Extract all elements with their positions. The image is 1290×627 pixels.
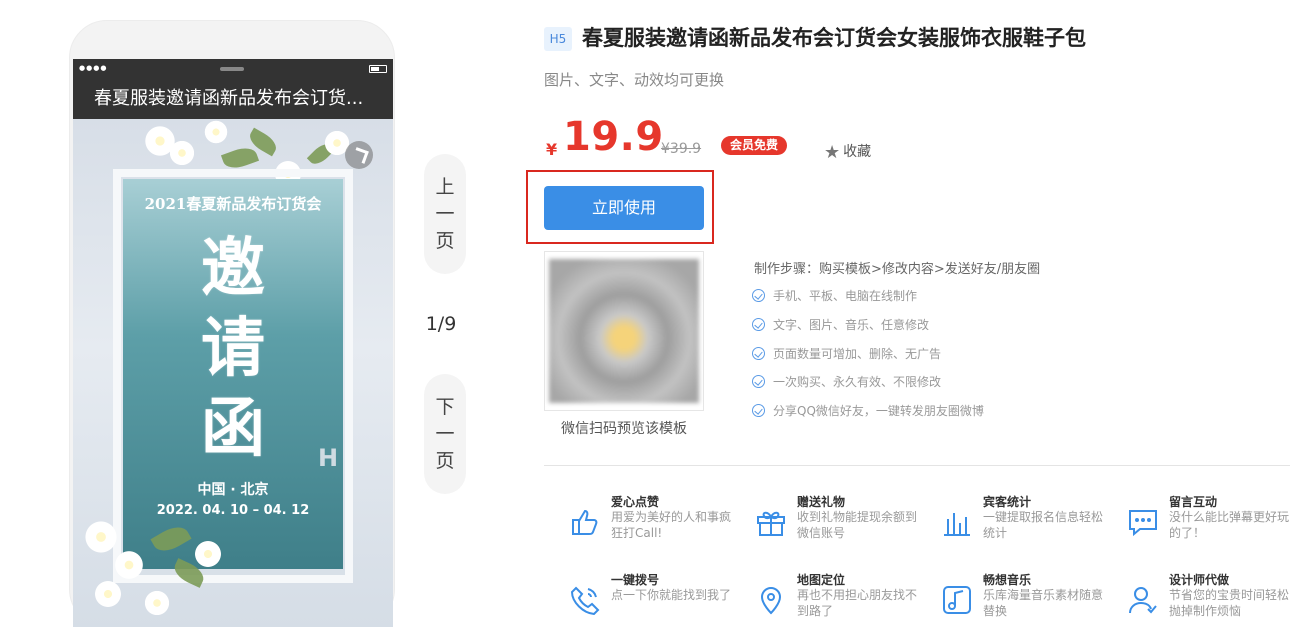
feature-item: 页面数量可增加、删除、无广告 bbox=[752, 345, 941, 362]
feature-card-dial: 一键拨号 点一下你就能找到我了 bbox=[568, 571, 748, 627]
poster-card: 2021春夏新品发布订货会 邀 请 函 中国 · 北京 2022. 04. 10… bbox=[123, 179, 343, 569]
feature-title: 地图定位 bbox=[797, 573, 846, 587]
feature-text: 一次购买、永久有效、不限修改 bbox=[773, 375, 942, 389]
feature-desc: 节省您的宝贵时间轻松抛掉制作烦恼 bbox=[1169, 588, 1290, 618]
prev-label-3: 页 bbox=[435, 230, 455, 252]
qr-code-image bbox=[549, 259, 699, 403]
next-label-3: 页 bbox=[435, 450, 455, 472]
bar-chart-icon bbox=[940, 505, 974, 539]
vip-free-badge: 会员免费 bbox=[721, 136, 788, 155]
feature-title: 宾客统计 bbox=[983, 495, 1032, 509]
phone-preview: ●●●● 春夏服装邀请函新品发布会订货... 2021春夏新品发布订货会 邀 请… bbox=[69, 20, 395, 627]
phone-status-bar: ●●●● bbox=[73, 59, 393, 79]
feature-card-like: 爱心点赞 用爱为美好的人和事疯狂打Call! bbox=[568, 493, 748, 553]
feature-card-guests: 宾客统计 一键提取报名信息轻松统计 bbox=[940, 493, 1120, 553]
designer-icon bbox=[1126, 583, 1160, 617]
music-icon bbox=[940, 583, 974, 617]
phone-icon bbox=[568, 583, 602, 617]
price: 19.9 bbox=[563, 114, 664, 160]
favorite-label: 收藏 bbox=[843, 144, 872, 160]
poster-date: 2022. 04. 10 – 04. 12 bbox=[156, 503, 310, 518]
star-icon: ★ bbox=[824, 142, 841, 163]
flower-decoration bbox=[203, 119, 229, 145]
feature-desc: 点一下你就能找到我了 bbox=[611, 588, 732, 602]
feature-card-designer: 设计师代做 节省您的宝贵时间轻松抛掉制作烦恼 bbox=[1126, 571, 1290, 627]
feature-text: 文字、图片、音乐、任意修改 bbox=[773, 318, 930, 332]
feature-card-map: 地图定位 再也不用担心朋友找不到路了 bbox=[754, 571, 934, 627]
feature-desc: 再也不用担心朋友找不到路了 bbox=[797, 588, 918, 618]
feature-desc: 没什么能比弹幕更好玩的了！ bbox=[1169, 510, 1290, 540]
thumbs-up-icon bbox=[568, 505, 602, 539]
feature-desc: 乐库海量音乐素材随意替换 bbox=[983, 588, 1104, 618]
poster-char-2: 请 bbox=[201, 311, 265, 386]
page-indicator: 1/9 bbox=[425, 313, 457, 335]
feature-text: 页面数量可增加、删除、无广告 bbox=[773, 347, 942, 361]
feature-item: 手机、平板、电脑在线制作 bbox=[752, 287, 917, 304]
share-icon[interactable] bbox=[345, 141, 373, 169]
flower-decoration bbox=[193, 539, 223, 569]
feature-item: 文字、图片、音乐、任意修改 bbox=[752, 316, 929, 333]
phone-screen: ●●●● 春夏服装邀请函新品发布会订货... 2021春夏新品发布订货会 邀 请… bbox=[73, 59, 393, 627]
feature-title: 爱心点赞 bbox=[611, 495, 660, 509]
check-circle-icon bbox=[752, 289, 765, 302]
flower-decoration bbox=[143, 589, 171, 617]
check-circle-icon bbox=[752, 347, 765, 360]
feature-title: 设计师代做 bbox=[1169, 573, 1230, 587]
check-circle-icon bbox=[752, 318, 765, 331]
battery-icon bbox=[369, 65, 387, 73]
feature-desc: 用爱为美好的人和事疯狂打Call! bbox=[611, 510, 732, 540]
use-now-button[interactable]: 立即使用 bbox=[544, 186, 704, 230]
decorative-glyph: H bbox=[318, 444, 339, 472]
feature-title: 留言互动 bbox=[1169, 495, 1218, 509]
feature-title: 一键拨号 bbox=[611, 573, 660, 587]
check-circle-icon bbox=[752, 404, 765, 417]
poster-place: 中国 · 北京 bbox=[197, 482, 269, 498]
favorite-button[interactable]: ★ 收藏 bbox=[824, 141, 871, 163]
next-label-2: 一 bbox=[435, 423, 455, 445]
poster-char-1: 邀 bbox=[201, 231, 265, 306]
prev-label-2: 一 bbox=[435, 203, 455, 225]
feature-desc: 收到礼物能提现余额到微信账号 bbox=[797, 510, 918, 540]
feature-item: 一次购买、永久有效、不限修改 bbox=[752, 373, 941, 390]
flower-decoration bbox=[113, 549, 145, 581]
notch-pill bbox=[220, 67, 244, 71]
poster-char-3: 函 bbox=[201, 391, 265, 466]
chat-icon bbox=[1126, 505, 1160, 539]
section-divider bbox=[544, 465, 1290, 466]
signal-icon: ●●●● bbox=[79, 64, 108, 72]
feature-desc: 一键提取报名信息轻松统计 bbox=[983, 510, 1104, 540]
feature-title: 畅想音乐 bbox=[983, 573, 1032, 587]
feature-card-comments: 留言互动 没什么能比弹幕更好玩的了！ bbox=[1126, 493, 1290, 553]
prev-page-button[interactable]: 上 一 页 bbox=[424, 154, 466, 274]
poster-headline: 2021春夏新品发布订货会 bbox=[144, 195, 322, 213]
product-title: 春夏服装邀请函新品发布会订货会女装服饰衣服鞋子包 bbox=[582, 26, 1086, 50]
map-pin-icon bbox=[754, 583, 788, 617]
feature-text: 手机、平板、电脑在线制作 bbox=[773, 289, 918, 303]
phone-page-title: 春夏服装邀请函新品发布会订货... bbox=[73, 79, 393, 119]
flower-decoration bbox=[168, 139, 196, 167]
original-price: ¥39.9 bbox=[661, 141, 702, 157]
flower-decoration bbox=[93, 579, 123, 609]
feature-card-music: 畅想音乐 乐库海量音乐素材随意替换 bbox=[940, 571, 1120, 627]
prev-label-1: 上 bbox=[435, 176, 455, 198]
gift-icon bbox=[754, 505, 788, 539]
feature-card-gift: 赠送礼物 收到礼物能提现余额到微信账号 bbox=[754, 493, 934, 553]
qr-caption: 微信扫码预览该模板 bbox=[561, 421, 687, 437]
h5-badge: H5 bbox=[544, 27, 572, 51]
next-label-1: 下 bbox=[435, 396, 455, 418]
qr-code-box bbox=[544, 251, 704, 411]
flower-decoration bbox=[83, 519, 119, 555]
feature-text: 分享QQ微信好友，一键转发朋友圈微博 bbox=[773, 404, 984, 418]
currency-symbol: ¥ bbox=[546, 140, 558, 159]
check-circle-icon bbox=[752, 375, 765, 388]
feature-item: 分享QQ微信好友，一键转发朋友圈微博 bbox=[752, 402, 984, 419]
steps-text: 制作步骤：购买模板>修改内容>发送好友/朋友圈 bbox=[754, 262, 1041, 277]
next-page-button[interactable]: 下 一 页 bbox=[424, 374, 466, 494]
feature-title: 赠送礼物 bbox=[797, 495, 846, 509]
product-subtitle: 图片、文字、动效均可更换 bbox=[544, 71, 725, 89]
